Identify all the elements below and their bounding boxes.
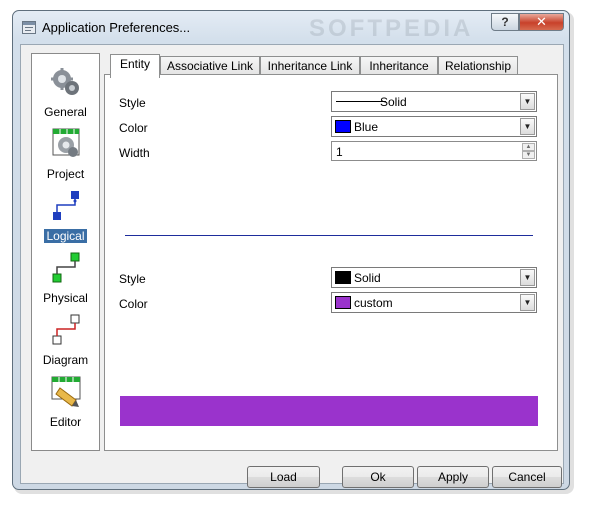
app-window-icon <box>22 21 36 34</box>
fill-color-label: Color <box>119 297 148 311</box>
fill-color-preview <box>120 396 538 426</box>
sidebar-item-label: Diagram <box>42 353 89 367</box>
chevron-down-icon[interactable]: ▼ <box>520 294 535 311</box>
chevron-down-icon[interactable]: ▼ <box>520 93 535 110</box>
sidebar-item-physical[interactable]: Physical <box>32 252 99 314</box>
tab-relationship[interactable]: Relationship <box>438 56 518 76</box>
line-style-sample <box>336 101 386 102</box>
tab-inheritance-link[interactable]: Inheritance Link <box>260 56 360 76</box>
line-width-spinbox[interactable]: 1 ▲ ▼ <box>331 141 537 161</box>
line-width-value[interactable]: 1 <box>336 145 343 159</box>
close-button[interactable]: ✕ <box>519 13 564 31</box>
spin-up-icon[interactable]: ▲ <box>522 143 535 151</box>
line-preview <box>125 235 533 236</box>
line-style-dropdown[interactable]: Solid ▼ <box>331 91 537 112</box>
project-icon <box>52 128 80 157</box>
logical-model-icon <box>53 191 79 220</box>
chevron-down-icon[interactable]: ▼ <box>520 118 535 135</box>
sidebar-item-editor[interactable]: Editor <box>32 376 99 438</box>
chevron-down-icon[interactable]: ▼ <box>520 269 535 286</box>
line-style-label: Style <box>119 96 146 110</box>
load-defaults-button[interactable]: Load Defaults <box>247 466 320 488</box>
cancel-button[interactable]: Cancel <box>492 466 562 488</box>
window-title: Application Preferences... <box>42 20 191 35</box>
title-bar[interactable]: Application Preferences... SOFTPEDIA ? ✕ <box>13 11 569 45</box>
preferences-window: Application Preferences... SOFTPEDIA ? ✕ <box>12 10 570 490</box>
fill-color-dropdown[interactable]: custom ▼ <box>331 292 537 313</box>
gears-icon <box>51 68 79 95</box>
spin-down-icon[interactable]: ▼ <box>522 151 535 159</box>
line-color-dropdown[interactable]: Blue ▼ <box>331 116 537 137</box>
ok-button[interactable]: Ok <box>342 466 414 488</box>
dialog-body: General Project Logical Physical Diagram… <box>20 44 564 488</box>
fill-style-value: Solid <box>354 271 381 285</box>
sidebar-item-diagram[interactable]: Diagram <box>32 314 99 376</box>
tab-associative-link[interactable]: Associative Link <box>160 56 260 76</box>
tab-inheritance[interactable]: Inheritance <box>360 56 438 76</box>
sidebar-item-label: Physical <box>43 291 88 305</box>
sidebar-item-label: Logical <box>44 229 87 243</box>
apply-button[interactable]: Apply <box>417 466 489 488</box>
fill-color-swatch <box>335 296 351 309</box>
help-icon: ? <box>501 15 509 29</box>
sidebar-item-label: Project <box>46 167 85 181</box>
sidebar-item-label: Editor <box>49 415 82 429</box>
watermark: SOFTPEDIA <box>309 15 474 42</box>
diagram-icon <box>52 314 80 345</box>
fill-color-value: custom <box>354 296 393 310</box>
line-color-label: Color <box>119 121 148 135</box>
editor-icon <box>51 376 81 407</box>
tab-strip: Entity Associative Link Inheritance Link… <box>108 54 558 78</box>
sidebar-item-label: General <box>44 105 87 119</box>
fill-style-swatch <box>335 271 351 284</box>
help-button[interactable]: ? <box>491 13 519 31</box>
line-color-value: Blue <box>354 120 379 134</box>
tab-entity[interactable]: Entity <box>110 54 160 78</box>
fill-style-label: Style <box>119 272 146 286</box>
line-style-value: Solid <box>380 95 407 109</box>
close-icon: ✕ <box>536 14 547 29</box>
entity-tab-panel: Style Solid ▼ Color Blue ▼ Width 1 ▲ ▼ S… <box>104 74 558 451</box>
sidebar-item-logical[interactable]: Logical <box>32 190 99 252</box>
category-sidebar: General Project Logical Physical Diagram… <box>31 53 100 451</box>
fill-style-dropdown[interactable]: Solid ▼ <box>331 267 537 288</box>
line-color-swatch <box>335 120 351 133</box>
sidebar-item-general[interactable]: General <box>32 66 99 128</box>
line-width-label: Width <box>119 146 150 160</box>
physical-model-icon <box>52 252 80 283</box>
sidebar-item-project[interactable]: Project <box>32 128 99 190</box>
